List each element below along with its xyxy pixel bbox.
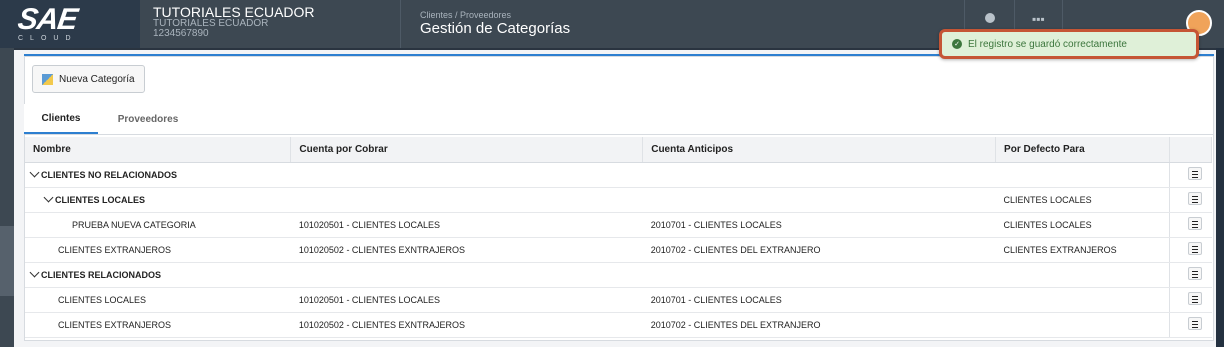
- row-menu-button[interactable]: [1187, 317, 1202, 330]
- row-cuenta-cobrar: [290, 262, 643, 288]
- row-cuenta-anticipos: [642, 187, 996, 213]
- table-header-row: Nombre Cuenta por Cobrar Cuenta Anticipo…: [25, 137, 1213, 163]
- new-category-button[interactable]: Nueva Categoría: [32, 65, 145, 93]
- row-actions: [1168, 237, 1212, 263]
- new-category-label: Nueva Categoría: [59, 73, 135, 85]
- row-cuenta-cobrar: 101020501 - CLIENTES LOCALES: [290, 287, 643, 313]
- row-name: CLIENTES LOCALES: [25, 287, 291, 313]
- row-defecto: CLIENTES LOCALES: [995, 212, 1170, 238]
- row-defecto: CLIENTES LOCALES: [995, 187, 1170, 213]
- row-cuenta-cobrar: [290, 187, 643, 213]
- table-row[interactable]: CLIENTES EXTRANJEROS 101020502 - CLIENTE…: [25, 237, 1212, 263]
- breadcrumb: Clientes / Proveedores Gestión de Catego…: [420, 10, 570, 37]
- row-cuenta-cobrar: 101020501 - CLIENTES LOCALES: [290, 212, 643, 238]
- chevron-down-icon[interactable]: [29, 267, 40, 277]
- logo-text: SAE: [15, 3, 80, 36]
- row-actions: [1168, 212, 1212, 238]
- table-row[interactable]: PRUEBA NUEVA CATEGORIA 101020501 - CLIEN…: [25, 212, 1212, 238]
- row-cuenta-anticipos: [642, 262, 996, 288]
- row-name-cell: CLIENTES LOCALES: [25, 187, 291, 213]
- row-name: CLIENTES EXTRANJEROS: [25, 312, 291, 338]
- row-cuenta-cobrar: 101020502 - CLIENTES EXNTRAJEROS: [290, 312, 643, 338]
- row-cuenta-cobrar: 101020502 - CLIENTES EXNTRAJEROS: [290, 237, 643, 263]
- apps-grid-icon[interactable]: ▪▪▪: [1032, 12, 1045, 26]
- row-actions: [1168, 162, 1212, 188]
- row-defecto: [995, 287, 1170, 313]
- chevron-down-icon[interactable]: [29, 167, 40, 177]
- logo-subtext: CLOUD: [18, 35, 78, 42]
- success-toast[interactable]: ✓ El registro se guardó correctamente: [939, 29, 1199, 59]
- notification-icon[interactable]: [985, 13, 995, 23]
- topbar-divider: [400, 0, 401, 48]
- row-actions: [1168, 187, 1212, 213]
- row-name-cell: CLIENTES NO RELACIONADOS: [25, 162, 291, 188]
- tab-proveedores[interactable]: Proveedores: [108, 104, 188, 134]
- breadcrumb-path: Clientes / Proveedores: [420, 10, 512, 20]
- row-menu-button[interactable]: [1187, 292, 1202, 305]
- row-cuenta-anticipos: [642, 162, 996, 188]
- row-name-cell: CLIENTES RELACIONADOS: [25, 262, 291, 288]
- page-title: Gestión de Categorías: [420, 20, 571, 37]
- row-menu-button[interactable]: [1187, 217, 1202, 230]
- row-name: CLIENTES NO RELACIONADOS: [41, 169, 178, 180]
- row-cuenta-anticipos: 2010702 - CLIENTES DEL EXTRANJERO: [642, 312, 996, 338]
- chevron-down-icon[interactable]: [43, 192, 54, 202]
- row-defecto: CLIENTES EXTRANJEROS: [995, 237, 1170, 263]
- column-header-actions: [1169, 137, 1213, 163]
- table-row[interactable]: CLIENTES LOCALES 101020501 - CLIENTES LO…: [25, 287, 1212, 313]
- column-header-cuenta-cobrar[interactable]: Cuenta por Cobrar: [290, 137, 644, 163]
- column-header-por-defecto[interactable]: Por Defecto Para: [995, 137, 1170, 163]
- row-actions: [1168, 262, 1212, 288]
- logo[interactable]: SAE CLOUD: [0, 0, 140, 48]
- row-actions: [1168, 312, 1212, 338]
- table-row[interactable]: CLIENTES LOCALES CLIENTES LOCALES: [25, 187, 1212, 213]
- row-menu-button[interactable]: [1187, 167, 1202, 180]
- tab-divider: [24, 134, 1214, 135]
- row-menu-button[interactable]: [1187, 267, 1202, 280]
- row-cuenta-anticipos: 2010702 - CLIENTES DEL EXTRANJERO: [642, 237, 996, 263]
- tab-clientes[interactable]: Clientes: [24, 104, 98, 134]
- check-circle-icon: ✓: [952, 39, 962, 49]
- company-ruc: 1234567890: [153, 28, 209, 39]
- row-defecto: [995, 262, 1170, 288]
- table-row[interactable]: CLIENTES NO RELACIONADOS: [25, 162, 1212, 188]
- row-name: CLIENTES LOCALES: [55, 194, 146, 205]
- row-cuenta-anticipos: 2010701 - CLIENTES LOCALES: [642, 212, 996, 238]
- sidebar-active-item[interactable]: [0, 226, 14, 296]
- table-row[interactable]: CLIENTES RELACIONADOS: [25, 262, 1212, 288]
- column-header-nombre[interactable]: Nombre: [25, 137, 292, 163]
- toast-message: El registro se guardó correctamente: [968, 38, 1127, 50]
- row-cuenta-cobrar: [290, 162, 643, 188]
- column-header-cuenta-anticipos[interactable]: Cuenta Anticipos: [642, 137, 997, 163]
- company-info[interactable]: TUTORIALES ECUADOR TUTORIALES ECUADOR 12…: [153, 5, 315, 39]
- row-name: CLIENTES EXTRANJEROS: [25, 237, 291, 263]
- table-row[interactable]: CLIENTES EXTRANJEROS 101020502 - CLIENTE…: [25, 312, 1212, 338]
- row-name: CLIENTES RELACIONADOS: [41, 269, 162, 280]
- new-document-icon: [42, 73, 53, 85]
- categories-table: Nombre Cuenta por Cobrar Cuenta Anticipo…: [25, 137, 1213, 338]
- row-name: PRUEBA NUEVA CATEGORIA: [25, 212, 291, 238]
- row-menu-button[interactable]: [1187, 242, 1202, 255]
- row-defecto: [995, 162, 1170, 188]
- row-cuenta-anticipos: 2010701 - CLIENTES LOCALES: [642, 287, 996, 313]
- sidebar-collapsed: [0, 48, 14, 347]
- row-menu-button[interactable]: [1187, 192, 1202, 205]
- row-defecto: [995, 312, 1170, 338]
- row-actions: [1168, 287, 1212, 313]
- company-name: TUTORIALES ECUADOR: [153, 4, 315, 20]
- right-edge: [1216, 48, 1224, 347]
